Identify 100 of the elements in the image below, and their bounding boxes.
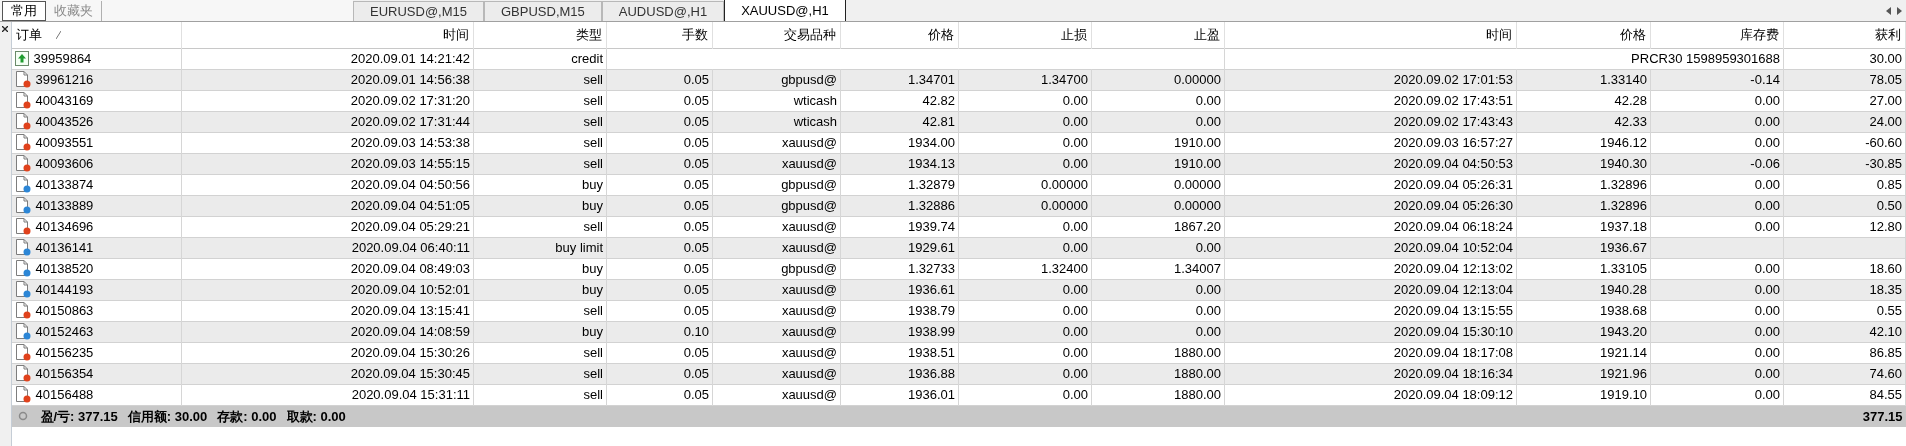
column-header[interactable]: 价格 (840, 22, 959, 48)
summary-text: 存款: 0.00 (217, 407, 277, 426)
table-cell: xauusd@ (781, 344, 837, 360)
summary-text: 信用额: 30.00 (127, 407, 208, 426)
column-header[interactable]: 时间 (1224, 22, 1517, 48)
table-cell: 0.00 (1062, 239, 1088, 255)
sort-icon (55, 30, 61, 39)
table-cell: 0.85 (1876, 176, 1902, 192)
scroll-right-icon[interactable] (1897, 6, 1902, 15)
order-row[interactable]: 40136141 2020.09.04 06:40:11 buy limit 0.05 xauusd@ 1929.61 0.00 0.00 2020.09.04 10:52:04 1936.67 (11, 237, 1906, 258)
table-cell: 2020.09.04 10:52:04 (1393, 239, 1513, 255)
order-row[interactable]: 40134696 2020.09.04 05:29:21 sell 0.05 xauusd@ 1939.74 0.00 1867.20 2020.09.04 06:18:24 1937.18 0.00 12.80 (11, 216, 1906, 237)
order-number: 39961216 (35, 70, 94, 89)
table-cell: 0.00 (1062, 365, 1088, 381)
table-cell: 0.00 (1062, 386, 1088, 402)
table-cell: 2020.09.04 06:40:11 (351, 239, 470, 255)
order-number: 40043526 (35, 112, 94, 131)
column-header[interactable]: 获利 (1783, 22, 1906, 48)
column-header[interactable]: 库存费 (1650, 22, 1784, 48)
order-row[interactable]: 40133889 2020.09.04 04:51:05 buy 0.05 gbpusd@ 1.32886 0.00000 0.00000 2020.09.04 05:26:30 1.32896 0.00 0.50 (11, 195, 1906, 216)
order-row[interactable]: 40156488 2020.09.04 15:31:11 sell 0.05 xauusd@ 1936.01 0.00 1880.00 2020.09.04 18:09:12 1919.10 0.00 84.55 (11, 384, 1906, 405)
order-row[interactable]: 40093551 2020.09.03 14:53:38 sell 0.05 xauusd@ 1934.00 0.00 1910.00 2020.09.03 16:57:27 1946.12 0.00 -60.60 (11, 132, 1906, 153)
table-cell: 1.32886 (908, 197, 955, 213)
table-cell: -60.60 (1865, 134, 1902, 150)
column-header[interactable]: 价格 (1516, 22, 1651, 48)
order-row[interactable]: 39959864 2020.09.01 14:21:42 credit PRCR30 1598959301688 30.00 (11, 48, 1906, 69)
table-cell: xauusd@ (781, 134, 837, 150)
table-cell: 1934.13 (908, 155, 955, 171)
table-cell: 0.05 (683, 302, 709, 318)
order-number: 40133889 (35, 196, 94, 215)
table-cell: 1936.01 (908, 386, 955, 402)
table-cell: 0.05 (683, 92, 709, 108)
chart-tab[interactable]: AUDUSD@,H1 (601, 1, 725, 21)
chart-tab[interactable]: GBPUSD,M15 (484, 1, 602, 21)
table-cell: 2020.09.04 18:16:34 (1393, 365, 1513, 381)
order-row[interactable]: 40150863 2020.09.04 13:15:41 sell 0.05 xauusd@ 1938.79 0.00 0.00 2020.09.04 13:15:55 1938.68 0.00 0.55 (11, 300, 1906, 321)
table-cell: 2020.09.04 18:09:12 (1393, 386, 1513, 402)
table-cell: gbpusd@ (781, 71, 837, 87)
table-cell: 0.00 (1754, 302, 1780, 318)
column-header[interactable]: 交易品种 (712, 22, 841, 48)
column-header[interactable]: 手数 (606, 22, 713, 48)
order-number: 40152463 (35, 322, 94, 341)
table-cell: 1880.00 (1174, 344, 1221, 360)
table-cell: 1880.00 (1174, 365, 1221, 381)
table-cell: 0.05 (683, 134, 709, 150)
table-cell: 0.05 (683, 197, 709, 213)
order-row[interactable]: 40043526 2020.09.02 17:31:44 sell 0.05 wticash 42.81 0.00 0.00 2020.09.02 17:43:43 42.33 0.00 24.00 (11, 111, 1906, 132)
order-row[interactable]: 40093606 2020.09.03 14:55:15 sell 0.05 xauusd@ 1934.13 0.00 1910.00 2020.09.04 04:50:53 1940.30 -0.06 -30.85 (11, 153, 1906, 174)
order-number: 40150863 (35, 301, 94, 320)
table-cell: xauusd@ (781, 323, 837, 339)
scroll-left-icon[interactable] (1886, 6, 1891, 15)
order-row[interactable]: 40156354 2020.09.04 15:30:45 sell 0.05 xauusd@ 1936.88 0.00 1880.00 2020.09.04 18:16:34 1921.96 0.00 74.60 (11, 363, 1906, 384)
column-header[interactable]: 止损 (958, 22, 1092, 48)
order-number: 40156488 (35, 385, 94, 404)
order-row[interactable]: 40152463 2020.09.04 14:08:59 buy 0.10 xauusd@ 1938.99 0.00 0.00 2020.09.04 15:30:10 1943.20 0.00 42.10 (11, 321, 1906, 342)
table-cell: 42.33 (1614, 113, 1647, 129)
column-header[interactable]: 类型 (473, 22, 607, 48)
close-icon[interactable] (2, 26, 9, 32)
order-number: 40134696 (35, 217, 94, 236)
order-row[interactable]: 40144193 2020.09.04 10:52:01 buy 0.05 xauusd@ 1936.61 0.00 0.00 2020.09.04 12:13:04 1940.28 0.00 18.35 (11, 279, 1906, 300)
table-cell: 0.00 (1062, 92, 1088, 108)
table-cell: 2020.09.04 05:26:31 (1393, 176, 1513, 192)
table-cell: 1936.88 (908, 365, 955, 381)
chart-tab[interactable]: XAUUSD@,H1 (724, 0, 846, 21)
table-cell: 0.00 (1754, 344, 1780, 360)
table-cell: 1.32400 (1041, 260, 1088, 276)
column-header[interactable]: 时间 (181, 22, 474, 48)
table-cell: 0.05 (683, 344, 709, 360)
table-cell: 2020.09.04 18:17:08 (1393, 344, 1513, 360)
table-cell: 1929.61 (908, 239, 955, 255)
table-cell: xauusd@ (781, 365, 837, 381)
table-cell: buy limit (555, 239, 603, 255)
table-cell: sell (583, 92, 603, 108)
table-cell: xauusd@ (781, 302, 837, 318)
table-cell: 0.00 (1754, 281, 1780, 297)
table-cell: 1.34701 (908, 71, 955, 87)
table-cell: 0.00 (1062, 281, 1088, 297)
table-cell: 0.00 (1754, 386, 1780, 402)
order-number: 40156354 (35, 364, 94, 383)
table-cell: 84.55 (1869, 386, 1902, 402)
order-row[interactable]: 39961216 2020.09.01 14:56:38 sell 0.05 gbpusd@ 1.34701 1.34700 0.00000 2020.09.02 17:01:53 1.33140 -0.14 78.05 (11, 69, 1906, 90)
up-arrow-icon (14, 51, 29, 66)
order-row[interactable]: 40133874 2020.09.04 04:50:56 buy 0.05 gbpusd@ 1.32879 0.00000 0.00000 2020.09.04 05:26:31 1.32896 0.00 0.85 (11, 174, 1906, 195)
table-cell: sell (583, 365, 603, 381)
chart-tab[interactable]: EURUSD@,M15 (353, 1, 484, 21)
order-row[interactable]: 40156235 2020.09.04 15:30:26 sell 0.05 xauusd@ 1938.51 0.00 1880.00 2020.09.04 18:17:08 1921.14 0.00 86.85 (11, 342, 1906, 363)
order-row[interactable]: 40138520 2020.09.04 08:49:03 buy 0.05 gbpusd@ 1.32733 1.32400 1.34007 2020.09.04 12:13:02 1.33105 0.00 18.60 (11, 258, 1906, 279)
table-cell: 1936.61 (908, 281, 955, 297)
order-row[interactable]: 40043169 2020.09.02 17:31:20 sell 0.05 wticash 42.82 0.00 0.00 2020.09.02 17:43:51 42.28 0.00 27.00 (11, 90, 1906, 111)
table-cell: sell (583, 218, 603, 234)
order-number: 40156235 (35, 343, 94, 362)
table-cell: 0.00 (1062, 134, 1088, 150)
table-cell: 78.05 (1869, 71, 1902, 87)
column-header[interactable]: 订单 (11, 22, 182, 48)
table-cell: 1938.51 (908, 344, 955, 360)
table-cell: 2020.09.04 12:13:04 (1393, 281, 1513, 297)
column-header[interactable]: 止盈 (1091, 22, 1225, 48)
table-cell: 0.00 (1754, 365, 1780, 381)
table-cell: 2020.09.02 17:43:51 (1393, 92, 1513, 108)
tab[interactable]: 常用 (2, 1, 46, 21)
